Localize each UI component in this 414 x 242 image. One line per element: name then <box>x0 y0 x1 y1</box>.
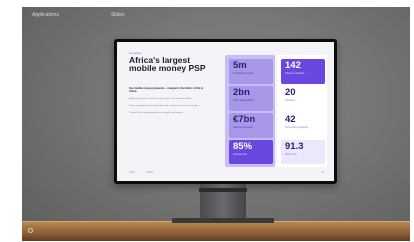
slide-page-number: 01 <box>321 171 324 174</box>
monitor-stand-hinge <box>199 188 247 192</box>
footer-brand: Nala <box>129 171 135 174</box>
stat-card: 91.3 NPS score <box>281 140 325 164</box>
stat-card: €7bn Volume processed <box>229 113 273 138</box>
stat-card: 85% Success rate <box>229 140 273 164</box>
stat-value: 85% <box>233 141 253 152</box>
stat-label: Volume processed <box>233 126 253 129</box>
stat-value: 20 <box>285 87 296 98</box>
stat-label: Countries <box>285 99 296 102</box>
stat-value: 5m <box>233 60 247 71</box>
stat-value: 2bn <box>233 87 250 98</box>
slide-paragraph: Trusted by the leading brands in the reg… <box>129 112 184 115</box>
stat-label: NPS score <box>285 153 297 156</box>
stats-column-left: 5m Transactions a day 2bn Users across A… <box>225 55 275 167</box>
photo-frame: Applications Slides Company Africa's lar… <box>22 7 410 241</box>
nav-applications[interactable]: Applications <box>32 12 59 18</box>
stats-column-right: 142 Payment methods 20 Countries 42 Curr… <box>277 55 327 167</box>
top-bar: Applications Slides <box>22 7 410 23</box>
carousel-indicator-icon[interactable] <box>28 228 33 233</box>
footer-section: Slides <box>146 171 154 174</box>
slide-screen: Company Africa's largest mobile money PS… <box>117 42 334 181</box>
slide-body: Our mobile money payments – integral to … <box>129 87 211 119</box>
stat-card: 2bn Users across Africa <box>229 86 273 111</box>
stat-card: 5m Transactions a day <box>229 59 273 84</box>
stat-value: 42 <box>285 114 296 125</box>
slide-title: Africa's largest mobile money PSP <box>129 55 206 73</box>
stat-card: 20 Countries <box>281 86 325 111</box>
monitor-base <box>172 218 274 223</box>
stat-label: Users across Africa <box>233 99 254 102</box>
stat-card: 42 Currencies supported <box>281 113 325 138</box>
slide-lead: Our mobile money payments – integral to … <box>129 87 204 94</box>
stat-label: Success rate <box>233 153 247 156</box>
stat-value: €7bn <box>233 114 256 125</box>
stat-label: Transactions a day <box>233 72 254 75</box>
stat-label: Currencies supported <box>285 126 308 129</box>
nav-slides[interactable]: Slides <box>111 12 125 18</box>
stat-value: 91.3 <box>285 141 304 152</box>
slide-paragraph: Helping businesses of all sizes grow acr… <box>129 97 193 100</box>
stat-card: 142 Payment methods <box>281 59 325 84</box>
slide-paragraph: Processing payments for merchants and co… <box>129 105 199 108</box>
slide-footer: Nala Slides <box>129 171 153 174</box>
stat-label: Payment methods <box>285 72 305 75</box>
monitor: Company Africa's largest mobile money PS… <box>114 39 337 184</box>
desk <box>22 222 410 241</box>
stat-value: 142 <box>285 60 301 71</box>
